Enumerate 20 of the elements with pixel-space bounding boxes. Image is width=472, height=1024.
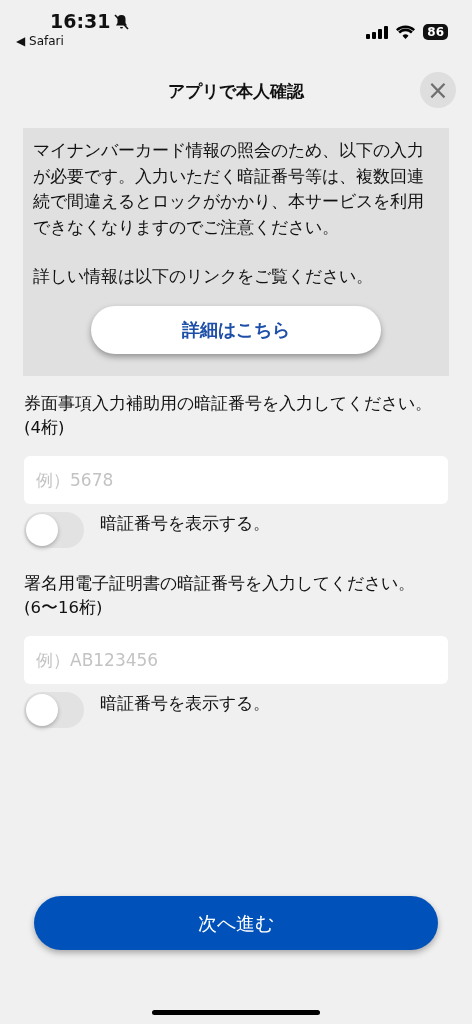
show-pin-toggle[interactable] (24, 691, 84, 728)
toggle-label: 暗証番号を表示する。 (100, 692, 270, 715)
field-label: 署名用電子証明書の暗証番号を入力してください。(6〜16桁) (24, 572, 416, 619)
details-link-button[interactable]: 詳細はこちら (91, 305, 381, 354)
back-to-app-link[interactable]: ◀ Safari (16, 35, 130, 49)
pin-input-field[interactable]: 例）5678 (24, 455, 448, 504)
wifi-icon (396, 25, 416, 39)
status-time: 16:31 (50, 12, 111, 31)
notice-text: 詳しい情報は以下のリンクをご覧ください。 (33, 266, 374, 289)
muted-bell-icon (114, 13, 130, 30)
field-label: 券面事項入力補助用の暗証番号を入力してください。(4桁) (24, 392, 433, 439)
next-button[interactable]: 次へ進む (34, 896, 438, 950)
close-button[interactable]: × (420, 72, 456, 108)
page-title: アプリで本人確認 (168, 80, 304, 104)
signal-icon (366, 25, 389, 39)
battery-level: 86 (423, 23, 448, 41)
show-pin-toggle[interactable] (24, 511, 84, 548)
notice-text: マイナンバーカード情報の照会のため、以下の入力が必要です。入力いただく暗証番号等は、複数回連続で間違えるとロックがかかり、本サービスを利用できなくなりますのでご注意ください。 (33, 140, 425, 239)
toggle-label: 暗証番号を表示する。 (100, 512, 270, 535)
pin-input-field[interactable]: 例）AB123456 (24, 635, 448, 684)
